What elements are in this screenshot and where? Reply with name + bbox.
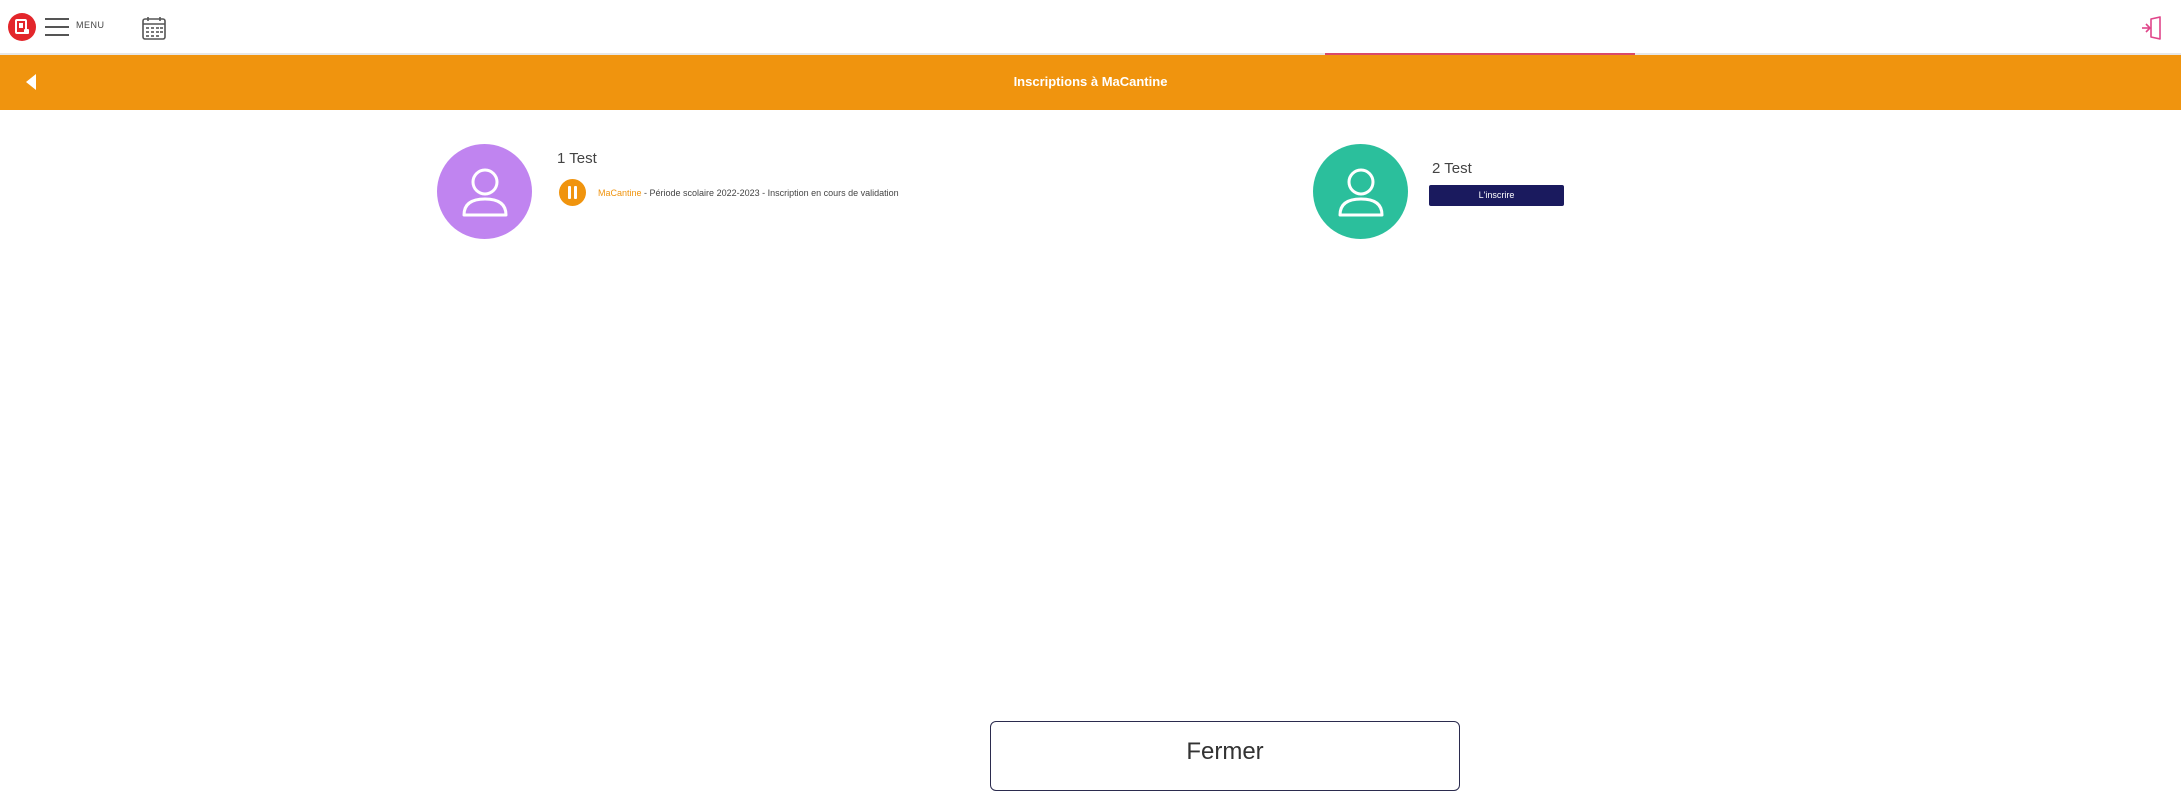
child-name: 1 Test	[557, 150, 597, 167]
page-header: Inscriptions à MaCantine	[0, 55, 2181, 110]
hamburger-icon[interactable]	[45, 17, 69, 37]
status-detail: - Période scolaire 2022-2023 - Inscripti…	[641, 188, 899, 198]
page-title: Inscriptions à MaCantine	[1013, 74, 1168, 89]
enroll-button[interactable]: L'inscrire	[1429, 185, 1564, 206]
user-icon	[462, 168, 508, 217]
registration-status: MaCantine - Période scolaire 2022-2023 -…	[598, 188, 899, 198]
child-name: 2 Test	[1432, 160, 1472, 177]
close-button[interactable]: Fermer	[990, 721, 1460, 791]
user-icon	[1338, 168, 1384, 217]
calendar-icon[interactable]	[141, 15, 167, 46]
avatar	[1313, 144, 1408, 239]
top-bar: MENU	[0, 0, 2181, 55]
pause-icon	[559, 179, 586, 206]
avatar	[437, 144, 532, 239]
logout-icon[interactable]	[2140, 15, 2166, 46]
app-logo-icon[interactable]	[8, 13, 36, 41]
menu-label[interactable]: MENU	[76, 20, 105, 30]
service-link[interactable]: MaCantine	[598, 188, 642, 198]
